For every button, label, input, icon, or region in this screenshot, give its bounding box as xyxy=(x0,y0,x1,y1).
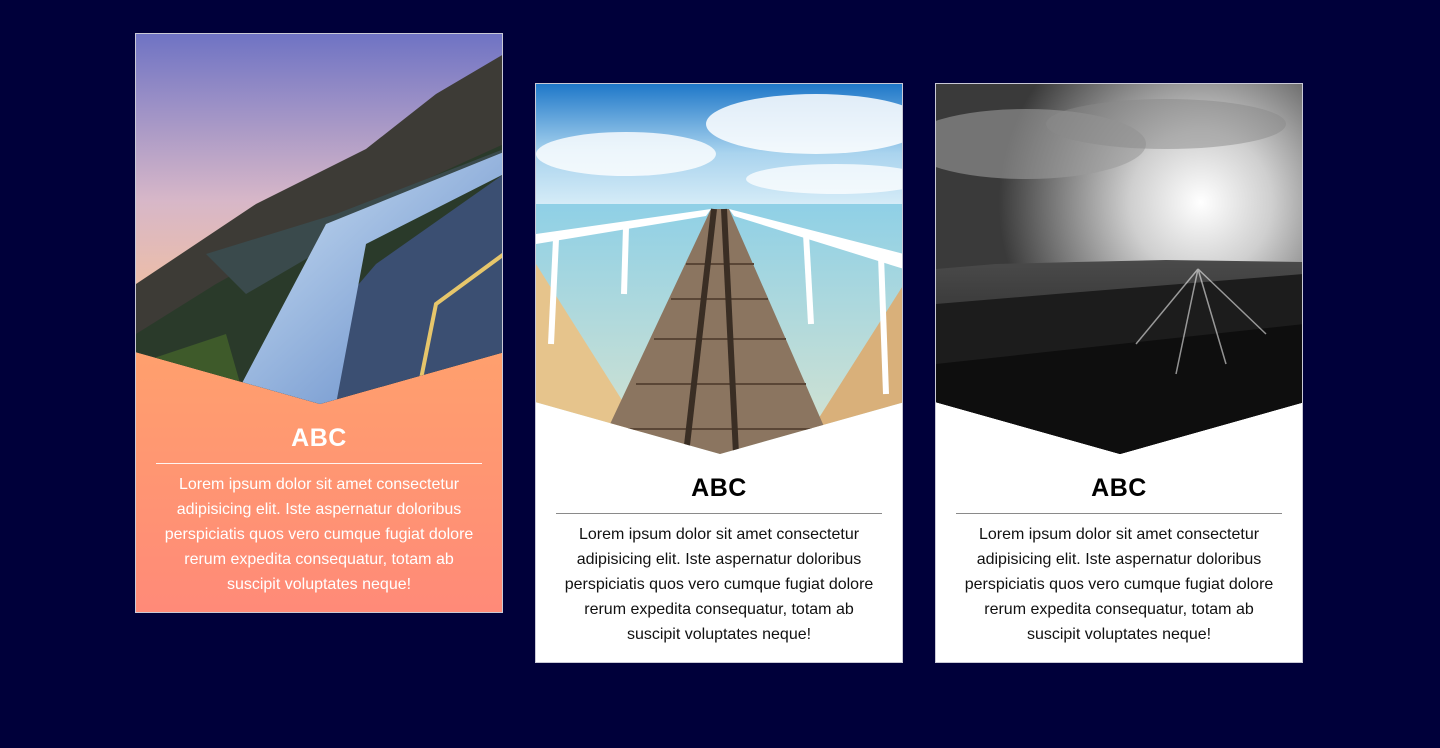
card-description: Lorem ipsum dolor sit amet consectetur a… xyxy=(164,476,474,593)
card-2[interactable]: ABC Lorem ipsum dolor sit amet consectet… xyxy=(535,83,903,663)
title-divider xyxy=(156,463,482,464)
card-title: ABC xyxy=(1091,474,1147,502)
card-2-content: ABC Lorem ipsum dolor sit amet consectet… xyxy=(536,474,902,647)
card-2-photo xyxy=(536,84,902,454)
card-title: ABC xyxy=(291,424,347,452)
card-1-photo xyxy=(136,34,502,404)
card-title: ABC xyxy=(691,474,747,502)
card-description: Lorem ipsum dolor sit amet consectetur a… xyxy=(564,526,874,643)
title-divider xyxy=(956,513,1282,514)
card-description: Lorem ipsum dolor sit amet consectetur a… xyxy=(964,526,1274,643)
card-3-content: ABC Lorem ipsum dolor sit amet consectet… xyxy=(936,474,1302,647)
card-3[interactable]: ABC Lorem ipsum dolor sit amet consectet… xyxy=(935,83,1303,663)
card-3-photo xyxy=(936,84,1302,454)
card-1-content: ABC Lorem ipsum dolor sit amet consectet… xyxy=(136,424,502,597)
card-gallery: ABC Lorem ipsum dolor sit amet consectet… xyxy=(0,0,1440,748)
title-divider xyxy=(556,513,882,514)
card-1[interactable]: ABC Lorem ipsum dolor sit amet consectet… xyxy=(135,33,503,613)
